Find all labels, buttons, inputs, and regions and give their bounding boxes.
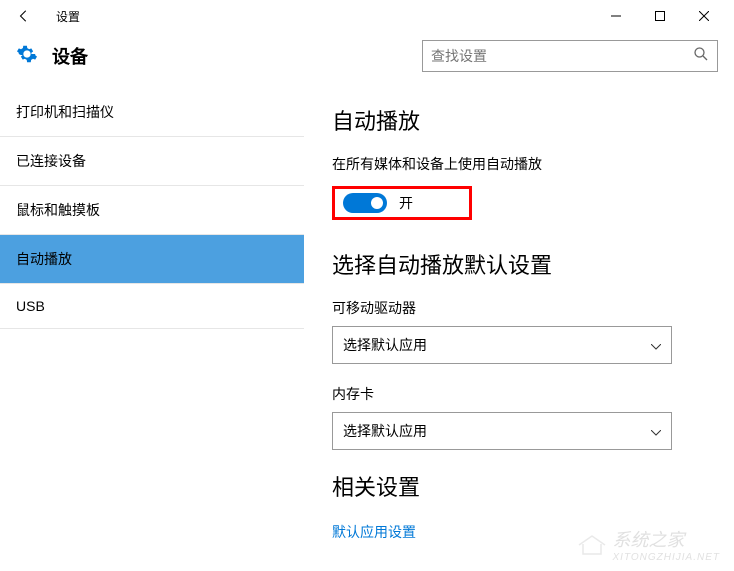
- page-title: 设备: [52, 43, 88, 69]
- sidebar: 打印机和扫描仪 已连接设备 鼠标和触摸板 自动播放 USB: [0, 88, 304, 571]
- main-panel: 自动播放 在所有媒体和设备上使用自动播放 开 选择自动播放默认设置 可移动驱动器…: [304, 88, 734, 571]
- defaults-heading: 选择自动播放默认设置: [332, 248, 706, 280]
- sidebar-item-mouse[interactable]: 鼠标和触摸板: [0, 186, 304, 235]
- autoplay-subtitle: 在所有媒体和设备上使用自动播放: [332, 154, 706, 174]
- removable-dropdown[interactable]: 选择默认应用: [332, 326, 672, 364]
- sidebar-item-connected[interactable]: 已连接设备: [0, 137, 304, 186]
- default-apps-link[interactable]: 默认应用设置: [332, 522, 416, 542]
- memory-dropdown[interactable]: 选择默认应用: [332, 412, 672, 450]
- memory-label: 内存卡: [332, 384, 706, 404]
- autoplay-toggle[interactable]: [343, 193, 387, 213]
- window-title: 设置: [56, 8, 80, 25]
- autoplay-toggle-highlight: 开: [332, 186, 472, 220]
- chevron-down-icon: [651, 423, 661, 439]
- toggle-knob: [371, 197, 383, 209]
- chevron-down-icon: [651, 337, 661, 353]
- search-box[interactable]: [422, 40, 718, 72]
- sidebar-item-autoplay[interactable]: 自动播放: [0, 235, 304, 284]
- back-button[interactable]: [8, 0, 40, 32]
- sidebar-item-usb[interactable]: USB: [0, 284, 304, 329]
- toggle-state-label: 开: [399, 193, 413, 213]
- related-heading: 相关设置: [332, 470, 706, 502]
- minimize-button[interactable]: [594, 1, 638, 31]
- memory-value: 选择默认应用: [343, 421, 427, 441]
- removable-label: 可移动驱动器: [332, 298, 706, 318]
- removable-value: 选择默认应用: [343, 335, 427, 355]
- sidebar-item-printers[interactable]: 打印机和扫描仪: [0, 88, 304, 137]
- search-icon: [693, 46, 709, 67]
- autoplay-heading: 自动播放: [332, 104, 706, 136]
- maximize-button[interactable]: [638, 1, 682, 31]
- search-input[interactable]: [431, 48, 693, 64]
- gear-icon: [16, 43, 38, 70]
- close-button[interactable]: [682, 1, 726, 31]
